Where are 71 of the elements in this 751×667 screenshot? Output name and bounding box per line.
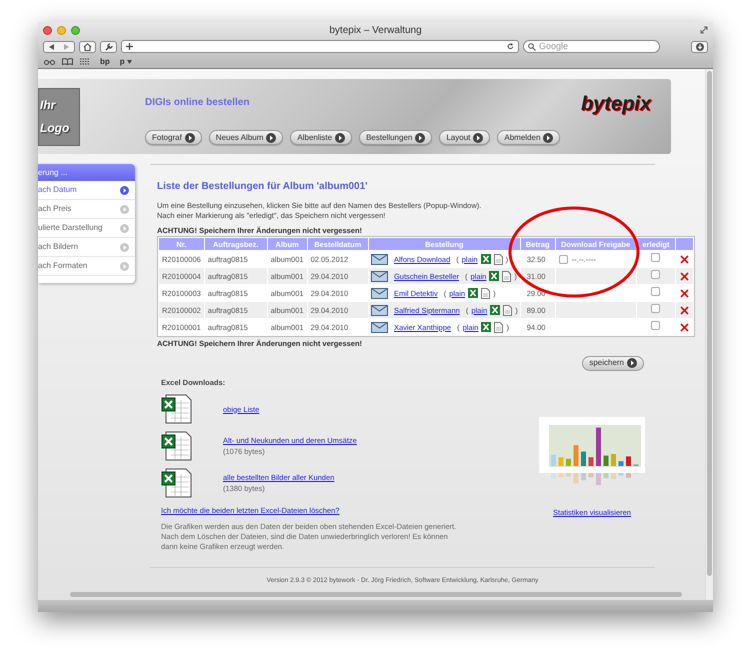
close-button[interactable] <box>43 26 52 34</box>
sidebar-item[interactable]: ach Bildern <box>38 238 135 257</box>
delete-icon[interactable] <box>680 323 690 332</box>
bookmark-link[interactable]: bp <box>100 56 110 68</box>
delete-icon[interactable] <box>680 255 690 264</box>
spreadsheet-icon[interactable] <box>490 305 500 316</box>
checkbox[interactable] <box>651 321 660 330</box>
spreadsheet-file-icon[interactable] <box>161 431 193 462</box>
header-title: DIGIs online bestellen <box>145 96 250 110</box>
nav-button[interactable]: Neues Album <box>208 130 284 145</box>
back-icon <box>49 44 54 50</box>
spreadsheet-file-icon[interactable] <box>161 468 193 498</box>
wrench-icon <box>104 42 112 50</box>
checkbox[interactable] <box>651 287 660 296</box>
reload-icon[interactable] <box>507 43 514 50</box>
text-file-icon[interactable] <box>481 288 490 299</box>
delete-icon[interactable] <box>680 306 690 316</box>
nav-button[interactable]: Bestellungen <box>359 130 432 145</box>
save-button[interactable]: speichern <box>582 356 644 370</box>
nav-button[interactable]: Layout <box>439 130 490 145</box>
bar-chart-thumbnail[interactable] <box>539 416 645 472</box>
plus-icon <box>126 43 133 50</box>
grid-icon[interactable] <box>80 58 90 65</box>
back-forward-button[interactable] <box>43 40 75 52</box>
checkbox[interactable] <box>651 270 660 280</box>
book-icon[interactable] <box>62 58 73 65</box>
logo-text: Ihr Logo <box>38 88 80 146</box>
glasses-icon[interactable] <box>44 58 55 64</box>
sidebar-item[interactable]: ach Preis <box>38 200 135 219</box>
download-icon <box>696 42 704 50</box>
text-file-icon[interactable] <box>494 322 504 333</box>
vertical-scrollbar[interactable] <box>707 71 712 576</box>
home-icon <box>83 42 92 50</box>
zoom-button[interactable] <box>71 26 80 34</box>
spreadsheet-icon[interactable] <box>481 322 492 332</box>
spreadsheet-icon[interactable] <box>480 254 491 264</box>
envelope-icon[interactable] <box>370 254 388 265</box>
search-icon <box>528 42 536 50</box>
envelope-icon[interactable] <box>370 304 388 316</box>
envelope-icon[interactable] <box>370 288 388 299</box>
envelope-icon[interactable] <box>370 270 388 282</box>
downloads-button[interactable] <box>691 40 708 52</box>
text-file-icon[interactable] <box>502 270 512 282</box>
nav-button[interactable]: Albenliste <box>290 130 352 145</box>
sidebar-item[interactable]: ulierte Darstellung <box>38 219 135 238</box>
checkbox[interactable] <box>651 304 660 314</box>
window-title: bytepix – Verwaltung <box>329 24 422 38</box>
text-file-icon[interactable] <box>494 254 503 265</box>
bookmark-link[interactable]: p <box>120 56 132 68</box>
tools-button[interactable] <box>100 40 117 52</box>
spreadsheet-icon[interactable] <box>489 271 500 282</box>
sidebar-header: erung ... <box>38 164 135 181</box>
sidebar-item[interactable]: ach Datum <box>38 181 135 200</box>
address-field[interactable] <box>121 40 519 53</box>
horizontal-scrollbar[interactable] <box>70 592 682 597</box>
nav-button[interactable]: Fotograf <box>145 130 202 145</box>
envelope-icon[interactable] <box>370 322 388 333</box>
brand-logo: bytepix <box>580 92 651 117</box>
spreadsheet-icon[interactable] <box>468 288 478 298</box>
spreadsheet-file-icon[interactable] <box>161 394 193 424</box>
nav-button[interactable]: Abmelden <box>497 130 560 145</box>
home-button[interactable] <box>79 40 96 52</box>
sidebar-item[interactable]: ach Formaten <box>38 257 135 276</box>
checkbox[interactable] <box>651 253 660 262</box>
delete-icon[interactable] <box>680 289 690 298</box>
fullscreen-icon[interactable] <box>700 26 708 34</box>
forward-icon <box>64 44 69 50</box>
text-file-icon[interactable] <box>503 304 512 316</box>
page-heading: Liste der Bestellungen für Album 'album001' <box>157 180 369 194</box>
delete-icon[interactable] <box>680 272 690 282</box>
checkbox[interactable] <box>558 254 568 264</box>
